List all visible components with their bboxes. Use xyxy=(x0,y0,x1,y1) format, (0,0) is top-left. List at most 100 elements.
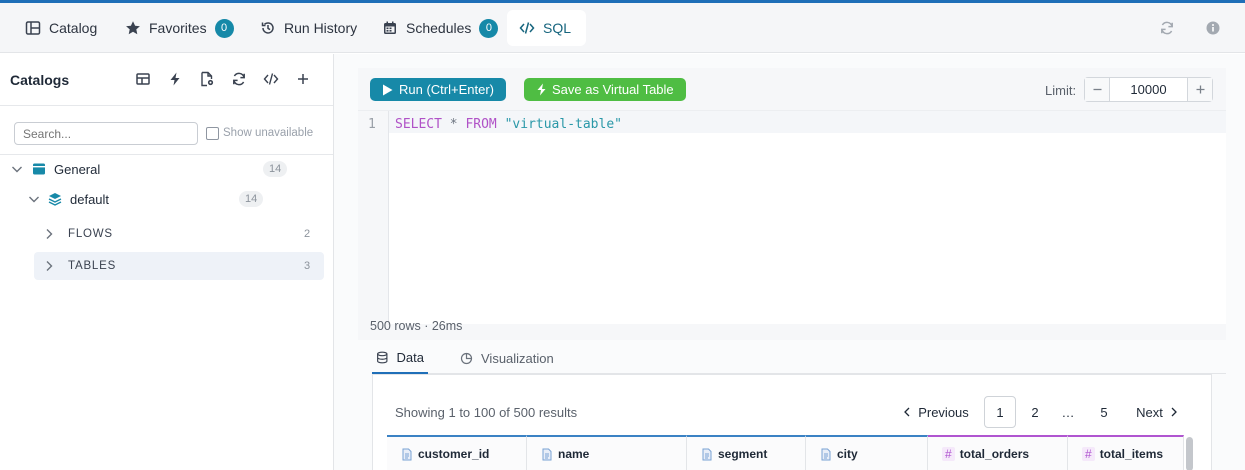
run-query-button[interactable]: Run (Ctrl+Enter) xyxy=(370,78,506,101)
sql-code-line: SELECT * FROM "virtual-table" xyxy=(395,117,622,132)
table-icon[interactable] xyxy=(135,71,151,87)
default-count-badge: 14 xyxy=(239,191,264,207)
page-1-label: 1 xyxy=(996,404,1004,420)
column-header-name[interactable]: name xyxy=(527,435,687,470)
page-2-button[interactable]: 2 xyxy=(1023,397,1047,427)
run-query-label: Run (Ctrl+Enter) xyxy=(399,82,494,97)
decrement-button[interactable] xyxy=(1085,78,1109,101)
tables-count: 3 xyxy=(304,260,311,272)
page-5-button[interactable]: 5 xyxy=(1092,397,1116,427)
page-1-button[interactable]: 1 xyxy=(984,396,1016,428)
chevron-right-icon xyxy=(46,229,53,239)
column-header-segment[interactable]: segment xyxy=(687,435,806,470)
column-header-total-orders[interactable]: # total_orders xyxy=(928,435,1068,470)
sidebar-divider xyxy=(0,105,333,106)
ellipsis-label: … xyxy=(1061,404,1075,420)
tree-item-general[interactable]: General xyxy=(10,155,300,183)
tab-favorites[interactable]: Favorites 0 xyxy=(113,10,246,46)
general-count-badge: 14 xyxy=(263,161,288,177)
column-header-city[interactable]: city xyxy=(806,435,928,470)
tab-catalog[interactable]: Catalog xyxy=(13,10,109,46)
text-column-icon xyxy=(402,448,412,460)
tab-run-history-label: Run History xyxy=(284,20,358,36)
results-panel: Showing 1 to 100 of 500 results Previous… xyxy=(372,374,1212,470)
tab-sql[interactable]: SQL xyxy=(507,10,586,46)
column-name: city xyxy=(837,447,858,461)
code-editor[interactable]: 1 SELECT * FROM "virtual-table" xyxy=(358,110,1226,325)
pagination-ellipsis: … xyxy=(1056,397,1080,427)
chevron-right-icon xyxy=(1171,407,1177,417)
number-column-icon: # xyxy=(1082,447,1095,461)
next-label: Next xyxy=(1136,404,1163,420)
chevron-down-icon xyxy=(12,166,22,173)
plus-icon xyxy=(1196,85,1204,94)
column-name: customer_id xyxy=(418,447,490,461)
tab-schedules-label: Schedules xyxy=(406,20,472,36)
text-column-icon xyxy=(821,448,831,460)
tree-item-tables-label: TABLES xyxy=(68,260,117,272)
bolt-icon[interactable] xyxy=(167,71,183,87)
tab-visualization-label: Visualization xyxy=(481,350,554,366)
sql-workspace: Run (Ctrl+Enter) Save as Virtual Table L… xyxy=(334,54,1245,470)
column-header-total-items[interactable]: # total_items xyxy=(1068,435,1184,470)
tree-item-default-label: default xyxy=(70,191,110,207)
save-virtual-table-button[interactable]: Save as Virtual Table xyxy=(524,78,686,101)
tab-sql-label: SQL xyxy=(543,20,572,36)
refresh-icon[interactable] xyxy=(231,71,247,87)
increment-button[interactable] xyxy=(1188,78,1212,101)
line-number: 1 xyxy=(368,117,376,132)
star-icon xyxy=(126,21,140,35)
tab-run-history[interactable]: Run History xyxy=(248,10,369,46)
results-tabs: Data Visualization xyxy=(372,342,1226,374)
results-summary: Showing 1 to 100 of 500 results xyxy=(395,405,578,420)
catalog-folder-icon xyxy=(33,163,45,175)
column-header-customer-id[interactable]: customer_id xyxy=(387,435,527,470)
sidebar-title: Catalogs xyxy=(10,72,70,88)
code-icon[interactable] xyxy=(263,71,279,87)
tab-data-label: Data xyxy=(396,349,424,365)
pie-chart-icon xyxy=(460,352,473,364)
sql-keyword: FROM xyxy=(465,117,497,132)
catalog-search-input[interactable] xyxy=(14,122,198,145)
sql-keyword: SELECT xyxy=(395,117,442,132)
number-column-icon: # xyxy=(942,447,955,461)
chevron-left-icon xyxy=(904,407,910,417)
next-page-button[interactable]: Next xyxy=(1133,397,1183,427)
flows-count: 2 xyxy=(304,228,311,240)
minus-icon xyxy=(1093,88,1101,91)
column-name: segment xyxy=(718,447,768,461)
layers-icon xyxy=(48,193,62,206)
limit-value[interactable]: 10000 xyxy=(1109,78,1188,101)
plus-icon[interactable] xyxy=(295,71,311,87)
vertical-scrollbar[interactable] xyxy=(1186,437,1193,470)
line-gutter: 1 xyxy=(358,111,389,325)
tab-data[interactable]: Data xyxy=(372,342,428,374)
refresh-icon[interactable] xyxy=(1159,20,1175,36)
text-column-icon xyxy=(542,448,552,460)
show-unavailable-checkbox[interactable] xyxy=(206,127,219,140)
file-settings-icon[interactable] xyxy=(199,71,215,87)
show-unavailable-label: Show unavailable xyxy=(223,127,314,139)
tab-visualization[interactable]: Visualization xyxy=(456,342,558,374)
previous-page-button[interactable]: Previous xyxy=(898,397,972,427)
column-name: name xyxy=(558,447,590,461)
code-icon xyxy=(519,22,535,34)
tree-item-flows-label: FLOWS xyxy=(68,228,113,240)
tab-favorites-label: Favorites xyxy=(149,20,207,36)
query-status: 500 rows · 26ms xyxy=(370,319,463,333)
column-name: total_orders xyxy=(959,447,1030,461)
tab-schedules[interactable]: Schedules 0 xyxy=(370,10,510,46)
tab-catalog-label: Catalog xyxy=(49,20,98,36)
tree-item-tables[interactable]: TABLES xyxy=(34,252,324,280)
limit-label: Limit: xyxy=(1045,83,1077,98)
top-navigation: Catalog Favorites 0 Run History Schedule… xyxy=(0,3,1245,53)
catalog-sidebar: Catalogs Show unavailable General 14 def… xyxy=(0,54,334,470)
save-virtual-table-label: Save as Virtual Table xyxy=(552,82,674,97)
page-2-label: 2 xyxy=(1031,404,1039,420)
limit-stepper[interactable]: 10000 xyxy=(1084,77,1213,102)
bolt-icon xyxy=(537,83,546,96)
info-icon[interactable] xyxy=(1205,20,1221,36)
catalog-icon xyxy=(25,21,41,35)
play-icon xyxy=(383,84,393,95)
tree-item-flows[interactable]: FLOWS xyxy=(34,220,324,248)
